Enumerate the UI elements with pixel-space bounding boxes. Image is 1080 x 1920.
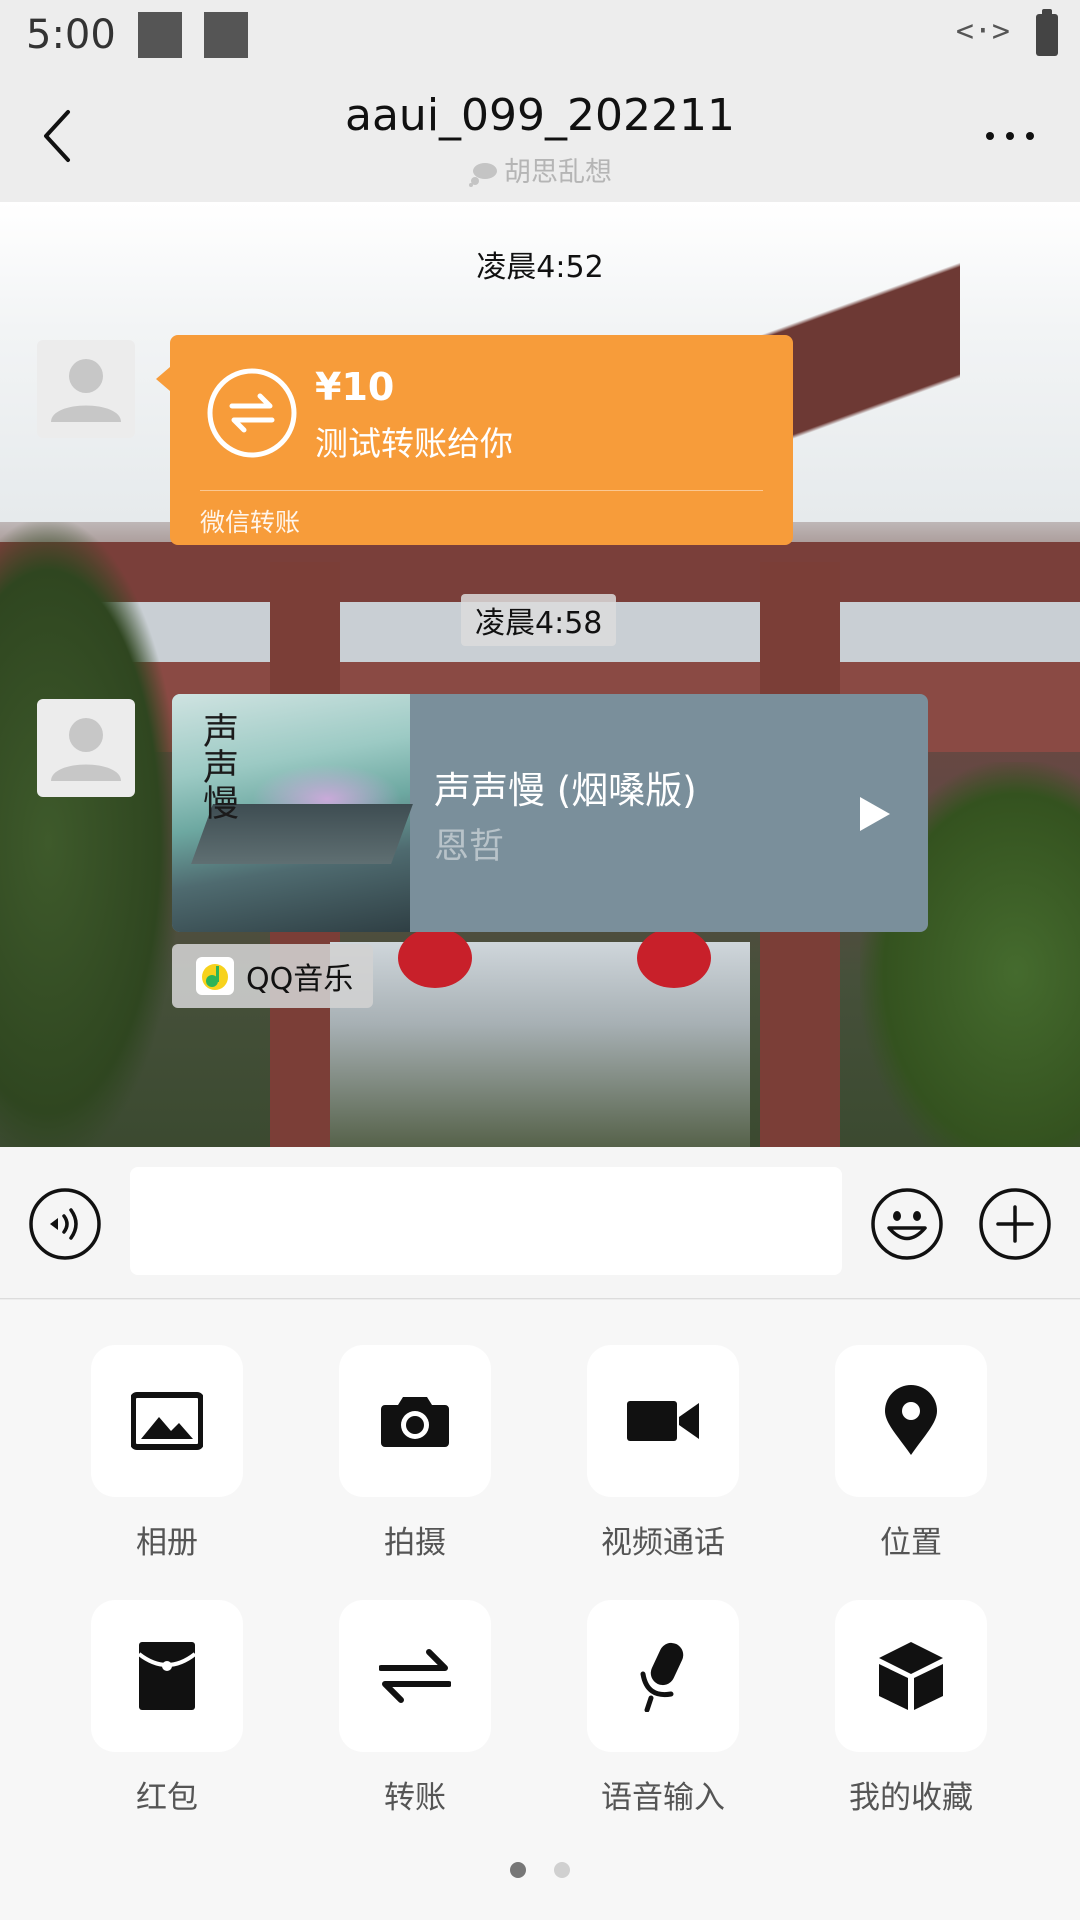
message-input[interactable]	[130, 1167, 842, 1275]
photo-album-icon	[131, 1392, 203, 1450]
qq-music-icon	[196, 957, 234, 995]
transfer-source: 微信转账	[200, 508, 301, 537]
red-packet-icon	[137, 1642, 197, 1710]
transfer-arrows-icon	[207, 368, 297, 458]
action-label: 红包	[136, 1780, 198, 1816]
page-dot-active[interactable]	[510, 1862, 526, 1878]
page-dot[interactable]	[554, 1862, 570, 1878]
action-tile[interactable]	[835, 1345, 987, 1497]
action-label: 转账	[384, 1780, 446, 1816]
default-avatar-icon	[51, 359, 121, 422]
action-label: 语音输入	[601, 1780, 725, 1816]
action-red-packet[interactable]: 红包	[91, 1600, 243, 1817]
avatar[interactable]	[37, 340, 135, 438]
chat-background	[398, 928, 472, 988]
album-cover: 声声慢	[172, 694, 413, 932]
battery-icon	[1036, 9, 1058, 56]
chat-status: 胡思乱想	[0, 150, 1080, 189]
action-voice-input[interactable]: 语音输入	[587, 1600, 739, 1817]
action-video-call[interactable]: 视频通话	[587, 1345, 739, 1562]
action-location[interactable]: 位置	[835, 1345, 987, 1562]
divider	[200, 490, 763, 491]
action-album[interactable]: 相册	[91, 1345, 243, 1562]
play-icon[interactable]	[854, 794, 894, 834]
more-dots-icon	[986, 132, 1034, 140]
data-transfer-icon: <·>	[955, 14, 1010, 49]
thought-bubble-icon	[469, 162, 497, 187]
music-source-label: QQ音乐	[246, 962, 354, 997]
transfer-description: 测试转账给你	[315, 424, 513, 463]
action-tile[interactable]	[587, 1345, 739, 1497]
favorites-box-icon	[879, 1642, 943, 1710]
chat-area[interactable]: 凌晨4:52 ¥10 测试转账给你 微信转账 凌晨4:58 声声慢 声声慢 (烟…	[0, 202, 1080, 1147]
chat-background	[0, 522, 180, 1147]
location-pin-icon	[885, 1385, 937, 1455]
notification-icon	[138, 12, 182, 58]
more-options-button[interactable]	[980, 116, 1040, 156]
chat-status-text: 胡思乱想	[504, 157, 612, 188]
emoji-icon[interactable]	[870, 1187, 944, 1261]
action-label: 视频通话	[601, 1525, 725, 1561]
camera-icon	[381, 1397, 449, 1447]
action-tile[interactable]	[339, 1345, 491, 1497]
action-label: 拍摄	[384, 1525, 446, 1561]
action-panel: 相册 拍摄 视频通话 位置 红包 转账 语音输入 我的收藏	[0, 1300, 1080, 1920]
action-label: 相册	[136, 1525, 198, 1561]
song-title: 声声慢 (烟嗓版)	[434, 769, 697, 812]
chat-title: aaui_099_202211	[345, 90, 735, 141]
status-time: 5:00	[26, 12, 116, 58]
video-call-icon	[627, 1401, 699, 1441]
avatar[interactable]	[37, 699, 135, 797]
album-cover-title: 声声慢	[197, 712, 238, 820]
action-camera[interactable]: 拍摄	[339, 1345, 491, 1562]
message-timestamp: 凌晨4:52	[476, 250, 604, 285]
action-label: 位置	[880, 1525, 942, 1561]
status-bar: 5:00 <·>	[0, 0, 1080, 72]
message-timestamp: 凌晨4:58	[461, 594, 617, 646]
action-tile[interactable]	[835, 1600, 987, 1752]
transfer-amount: ¥10	[315, 365, 395, 409]
music-source-tag[interactable]: QQ音乐	[172, 944, 374, 1008]
input-bar	[0, 1147, 1080, 1299]
action-tile[interactable]	[91, 1345, 243, 1497]
transfer-message[interactable]: ¥10 测试转账给你 微信转账	[156, 335, 793, 545]
microphone-icon	[640, 1642, 684, 1712]
chat-background	[637, 928, 711, 988]
action-tile[interactable]	[339, 1600, 491, 1752]
default-avatar-icon	[51, 718, 121, 781]
action-tile[interactable]	[91, 1600, 243, 1752]
pagination-dots	[510, 1862, 574, 1878]
chat-header: aaui_099_202211 胡思乱想	[0, 72, 1080, 202]
music-message[interactable]: 声声慢 声声慢 (烟嗓版) 恩哲	[172, 694, 928, 932]
more-functions-icon[interactable]	[978, 1187, 1052, 1261]
voice-input-icon[interactable]	[28, 1187, 102, 1261]
song-artist: 恩哲	[434, 827, 505, 867]
action-transfer[interactable]: 转账	[339, 1600, 491, 1817]
action-favorites[interactable]: 我的收藏	[835, 1600, 987, 1817]
action-label: 我的收藏	[849, 1780, 973, 1816]
transfer-icon	[379, 1649, 451, 1703]
notification-icon	[204, 12, 248, 58]
action-tile[interactable]	[587, 1600, 739, 1752]
